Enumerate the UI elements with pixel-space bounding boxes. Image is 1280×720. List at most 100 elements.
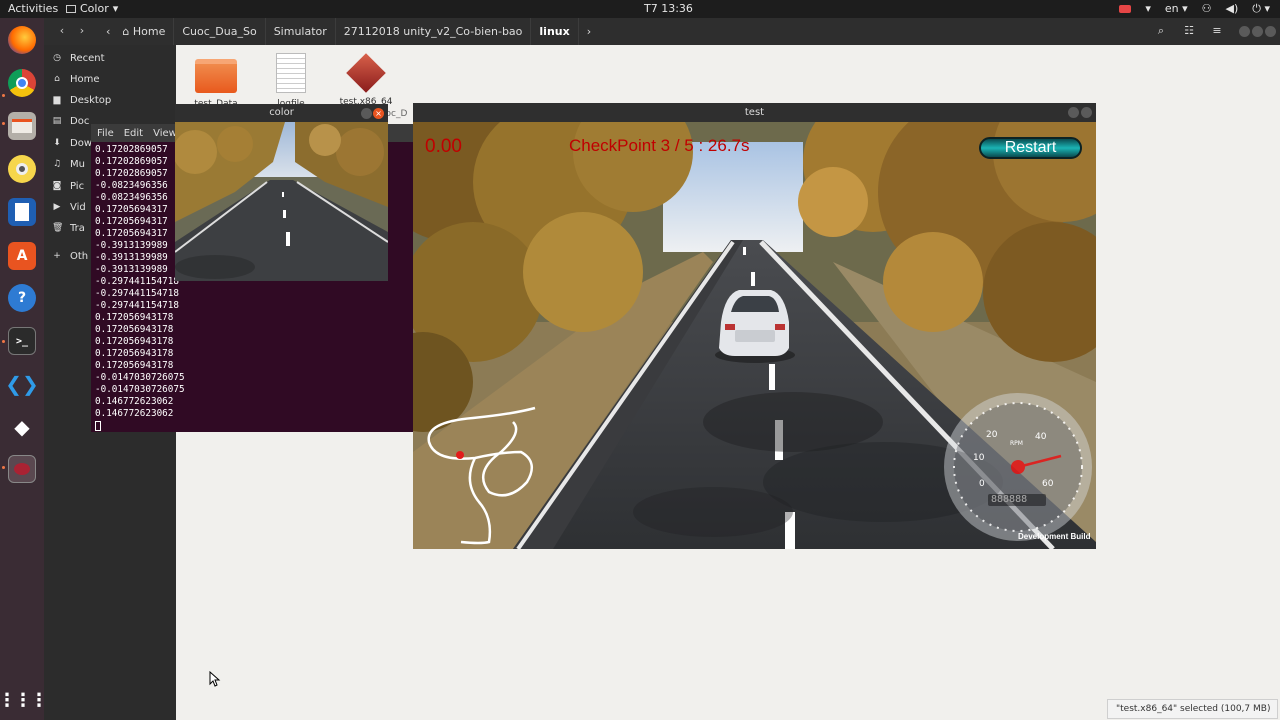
volume-icon[interactable]: ◀) xyxy=(1226,2,1239,16)
terminal-line: 0.146772623062 xyxy=(95,408,174,419)
breadcrumb-item[interactable]: 27112018 unity_v2_Co-bien-bao xyxy=(336,18,532,45)
breadcrumb-home[interactable]: ⌂ Home xyxy=(114,18,175,45)
sidebar-item-downloads[interactable]: ⬇ Dow xyxy=(52,135,92,151)
breadcrumb-label: Home xyxy=(132,25,166,38)
camera-icon: ◙ xyxy=(52,181,62,191)
sidebar-item-desktop[interactable]: ▆ Desktop xyxy=(52,92,112,108)
help-icon[interactable]: ? xyxy=(8,284,36,312)
sidebar-item-other[interactable]: + Oth xyxy=(52,248,88,264)
sidebar-item-label: Desktop xyxy=(70,94,112,106)
sidebar-item-videos[interactable]: ▶ Vid xyxy=(52,199,86,215)
search-icon[interactable]: ⌕ xyxy=(1154,24,1168,38)
breadcrumb: ‹ ⌂ Home Cuoc_Dua_So Simulator 27112018 … xyxy=(102,18,599,45)
network-icon[interactable]: ⚇ xyxy=(1202,2,1212,16)
minimize-button[interactable] xyxy=(361,108,372,119)
language-menu[interactable]: en ▾ xyxy=(1165,2,1188,16)
restart-button[interactable]: Restart xyxy=(979,137,1082,159)
terminal-icon[interactable]: >_ xyxy=(8,327,36,355)
close-button[interactable] xyxy=(1265,26,1276,37)
folder-icon xyxy=(195,59,237,93)
video-icon: ▶ xyxy=(53,202,61,212)
file-item[interactable]: logfile xyxy=(251,51,331,109)
terminal-line: -0.297441154718 xyxy=(95,276,179,287)
sidebar-item-trash[interactable]: 🗑 Tra xyxy=(52,220,85,236)
activities-button[interactable]: Activities xyxy=(8,2,58,16)
terminal-line: -0.3913139989 xyxy=(95,240,168,251)
sidebar-item-pictures[interactable]: ◙ Pic xyxy=(52,178,84,194)
forward-button[interactable]: › xyxy=(74,23,90,39)
game-scene xyxy=(413,122,1096,549)
menu-view[interactable]: View xyxy=(153,128,177,139)
sidebar-item-label: Tra xyxy=(70,222,85,234)
power-icon[interactable]: ⏻ ▾ xyxy=(1252,2,1270,16)
files-icon[interactable] xyxy=(8,112,36,140)
file-item[interactable]: test_Data xyxy=(176,51,256,109)
sidebar-item-home[interactable]: ⌂ Home xyxy=(52,71,99,87)
sidebar-item-label: Dow xyxy=(70,137,92,149)
terminal-line: -0.0823496356 xyxy=(95,192,168,203)
menu-icon[interactable]: ≡ xyxy=(1210,24,1224,38)
chrome-icon[interactable] xyxy=(8,69,36,97)
app-menu[interactable]: Color ▾ xyxy=(66,2,118,16)
menu-edit[interactable]: Edit xyxy=(124,128,143,139)
terminal-cursor xyxy=(95,420,101,431)
unity-icon[interactable]: ◆ xyxy=(8,413,36,441)
show-apps-icon[interactable]: ⋮⋮⋮ xyxy=(0,686,48,714)
terminal-line: 0.146772623062 xyxy=(95,396,174,407)
breadcrumb-left-arrow[interactable]: ‹ xyxy=(102,18,114,45)
sidebar-item-documents[interactable]: ▤ Doc xyxy=(52,113,90,129)
terminal-line: -0.0147030726075 xyxy=(95,384,185,395)
development-build-label: Development Build xyxy=(1018,532,1091,541)
file-item-selected[interactable]: test.x86_64 xyxy=(326,51,406,107)
document-icon: ▤ xyxy=(52,116,62,126)
writer-icon[interactable] xyxy=(8,198,36,226)
sidebar-item-label: Oth xyxy=(70,250,89,262)
firefox-icon[interactable] xyxy=(8,26,36,54)
terminal-line: 0.172056943178 xyxy=(95,312,174,323)
rhythmbox-icon[interactable] xyxy=(8,155,36,183)
breadcrumb-item[interactable]: Cuoc_Dua_So xyxy=(174,18,266,45)
home-icon: ⌂ xyxy=(54,74,60,84)
game-viewport[interactable]: 0.00 CheckPoint 3 / 5 : 26.7s Restart 20… xyxy=(413,122,1096,549)
sidebar-item-label: Doc xyxy=(70,115,90,127)
sidebar-item-label: Recent xyxy=(70,52,105,64)
speedo-label: 0 xyxy=(979,479,985,489)
sidebar-item-label: Vid xyxy=(70,201,86,213)
game-window[interactable]: test 0.00 CheckPoint 3 / 5: 26.7s Resta… xyxy=(413,103,1096,549)
maximize-button[interactable] xyxy=(1081,107,1092,118)
speedo-label: 20 xyxy=(986,430,998,440)
software-icon[interactable]: A xyxy=(8,242,36,270)
system-tray[interactable]: ▾ en ▾ ⚇ ◀) ⏻ ▾ xyxy=(1119,2,1270,16)
dock: A ? >_ ❮❯ ◆ ⋮⋮⋮ xyxy=(0,18,48,720)
speedo-label: 40 xyxy=(1035,432,1047,442)
chevron-down-icon: ▾ xyxy=(112,2,119,15)
sidebar-item-recent[interactable]: ◷ Recent xyxy=(52,50,105,66)
maximize-button[interactable] xyxy=(1252,26,1263,37)
speedo-label: 10 xyxy=(973,453,985,463)
terminal-line: 0.17202869057 xyxy=(95,156,168,167)
view-options-icon[interactable]: ☷ xyxy=(1182,24,1196,38)
breadcrumb-item[interactable]: Simulator xyxy=(266,18,336,45)
vscode-icon[interactable]: ❮❯ xyxy=(5,370,39,398)
home-icon: ⌂ xyxy=(122,25,130,38)
minimize-button[interactable] xyxy=(1068,107,1079,118)
breadcrumb-right-arrow[interactable]: › xyxy=(579,18,599,45)
close-button[interactable]: × xyxy=(373,108,384,119)
odometer: 888888 xyxy=(991,494,1028,505)
sidebar-item-music[interactable]: ♫ Mu xyxy=(52,156,85,172)
plus-icon: + xyxy=(53,251,61,261)
color-window[interactable]: color × xyxy=(175,104,388,281)
terminal-line: 0.172056943178 xyxy=(95,348,174,359)
clock[interactable]: T7 13:36 xyxy=(644,2,693,16)
back-button[interactable]: ‹ xyxy=(54,23,70,39)
terminal-output: 0.17202869057 0.17202869057 0.17202869057-… xyxy=(95,144,185,432)
record-icon[interactable] xyxy=(1119,5,1132,13)
app-icon[interactable] xyxy=(8,455,36,483)
top-bar: Activities Color ▾ T7 13:36 ▾ en ▾ ⚇ ◀) … xyxy=(0,0,1280,18)
mouse-pointer-icon xyxy=(209,671,221,687)
color-app-icon xyxy=(66,5,76,13)
menu-file[interactable]: File xyxy=(97,128,114,139)
terminal-line: -0.0147030726075 xyxy=(95,372,185,383)
minimize-button[interactable] xyxy=(1239,26,1250,37)
breadcrumb-item-current[interactable]: linux xyxy=(531,18,579,45)
